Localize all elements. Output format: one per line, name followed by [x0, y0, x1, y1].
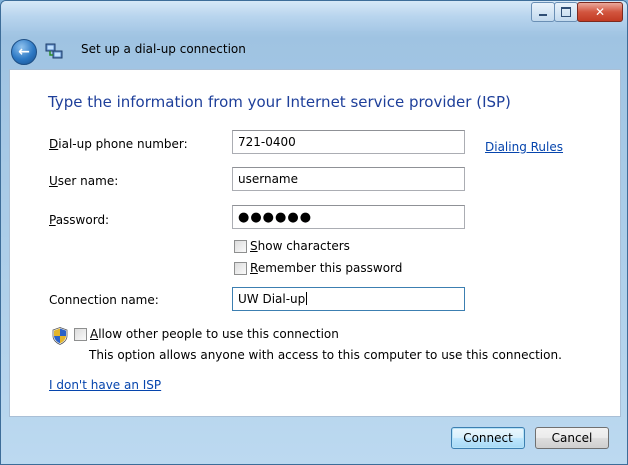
allow-others-label[interactable]: Allow other people to use this connectio…: [90, 327, 339, 341]
close-icon: ✕: [594, 5, 606, 19]
connect-button[interactable]: Connect: [451, 427, 525, 449]
password-input[interactable]: ●●●●●●: [232, 205, 465, 229]
allow-others-access-key: A: [90, 327, 99, 341]
show-characters-access-key: S: [250, 239, 258, 253]
minimize-button[interactable]: [531, 2, 555, 22]
network-connection-icon: [45, 43, 63, 59]
back-button[interactable]: ←: [11, 39, 37, 65]
username-label: User name:: [49, 174, 118, 188]
title-bar[interactable]: ✕: [1, 1, 627, 31]
username-access-key: U: [49, 174, 58, 188]
connection-name-label: Connection name:: [49, 293, 159, 307]
maximize-icon: [561, 7, 571, 17]
show-characters-label[interactable]: Show characters: [250, 239, 350, 253]
wizard-content: Type the information from your Internet …: [9, 69, 621, 417]
username-input[interactable]: username: [232, 167, 465, 191]
phone-number-input[interactable]: 721-0400: [232, 130, 465, 154]
show-characters-text: how characters: [257, 239, 350, 253]
phone-number-label: Dial-up phone number:: [49, 137, 188, 151]
dialing-rules-link[interactable]: Dialing Rules: [485, 140, 563, 154]
page-heading: Type the information from your Internet …: [48, 93, 511, 111]
maximize-button[interactable]: [554, 2, 578, 22]
text-caret: [306, 292, 308, 305]
dialup-wizard-window: ✕ ← Set up a dial-up connection Type the…: [0, 0, 628, 465]
allow-others-text: llow other people to use this connection: [98, 327, 339, 341]
phone-label-text: ial-up phone number:: [58, 137, 188, 151]
remember-password-label[interactable]: Remember this password: [250, 261, 402, 275]
close-button[interactable]: ✕: [577, 2, 623, 22]
security-shield-icon: [52, 327, 68, 345]
phone-access-key: D: [49, 137, 59, 151]
password-label: Password:: [49, 213, 109, 227]
password-label-text: assword:: [55, 213, 110, 227]
remember-password-access-key: R: [250, 261, 258, 275]
password-access-key: P: [49, 213, 56, 227]
wizard-title: Set up a dial-up connection: [81, 42, 246, 56]
remember-password-text: emember this password: [257, 261, 403, 275]
wizard-nav-bar: ← Set up a dial-up connection: [1, 31, 627, 69]
show-characters-checkbox[interactable]: [234, 240, 247, 253]
no-isp-link[interactable]: I don't have an ISP: [49, 378, 161, 392]
username-label-text: ser name:: [57, 174, 119, 188]
remember-password-checkbox[interactable]: [234, 262, 247, 275]
allow-others-checkbox[interactable]: [74, 328, 87, 341]
connection-name-input[interactable]: UW Dial-up: [232, 287, 465, 311]
cancel-button[interactable]: Cancel: [535, 427, 609, 449]
connection-name-value: UW Dial-up: [238, 292, 306, 306]
minimize-icon: [539, 14, 547, 16]
allow-others-description: This option allows anyone with access to…: [89, 348, 562, 362]
back-arrow-icon: ←: [18, 44, 30, 60]
